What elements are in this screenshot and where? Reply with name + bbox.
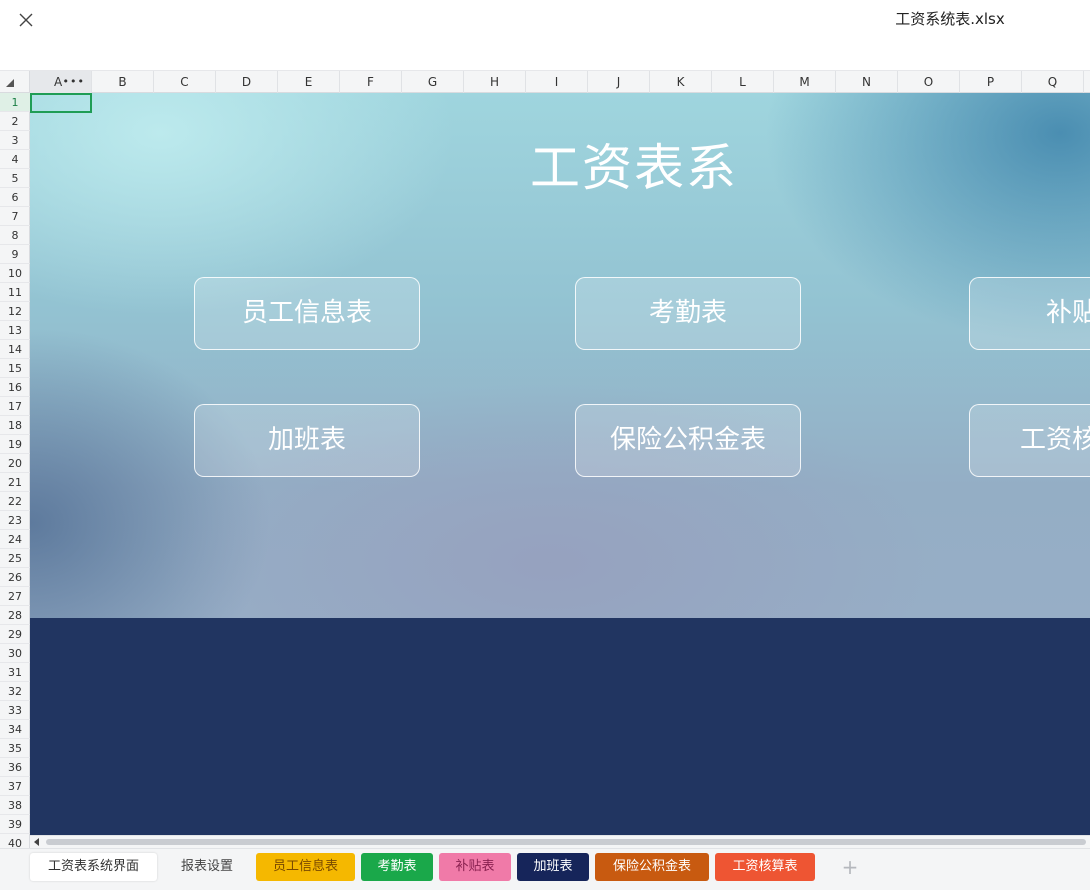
row-header-2[interactable]: 2	[0, 112, 30, 131]
column-label: A	[54, 75, 63, 89]
row-header-17[interactable]: 17	[0, 397, 30, 416]
row-header-1[interactable]: 1	[0, 93, 30, 112]
row-header-36[interactable]: 36	[0, 758, 30, 777]
row-header-6[interactable]: 6	[0, 188, 30, 207]
row-header-9[interactable]: 9	[0, 245, 30, 264]
tab-payroll-system-home[interactable]: 工资表系统界面	[30, 853, 157, 881]
row-header-12[interactable]: 12	[0, 302, 30, 321]
row-header-8[interactable]: 8	[0, 226, 30, 245]
row-header-35[interactable]: 35	[0, 739, 30, 758]
column-header-i[interactable]: I	[526, 71, 588, 93]
column-header-q[interactable]: Q	[1022, 71, 1084, 93]
row-header-18[interactable]: 18	[0, 416, 30, 435]
row-header-34[interactable]: 34	[0, 720, 30, 739]
row-header-10[interactable]: 10	[0, 264, 30, 283]
column-header-p[interactable]: P	[960, 71, 1022, 93]
nav-button-attendance[interactable]: 考勤表	[575, 277, 801, 350]
scroll-left-icon[interactable]	[34, 838, 39, 846]
tab-overtime[interactable]: 加班表	[517, 853, 589, 881]
row-header-15[interactable]: 15	[0, 359, 30, 378]
row-header-16[interactable]: 16	[0, 378, 30, 397]
row-header-38[interactable]: 38	[0, 796, 30, 815]
nav-button-allowance[interactable]: 补贴	[969, 277, 1090, 350]
column-header-o[interactable]: O	[898, 71, 960, 93]
plus-icon[interactable]: +	[838, 853, 862, 881]
row-header-27[interactable]: 27	[0, 587, 30, 606]
file-title: 工资系统表.xlsx	[895, 10, 1005, 28]
sheet-canvas[interactable]: 工资表系 员工信息表 考勤表 补贴 加班表 保险公积金表 工资核	[30, 93, 1090, 835]
sheet-tab-bar: 工资表系统界面 报表设置 员工信息表 考勤表 补贴表 加班表 保险公积金表 工资…	[0, 848, 1090, 890]
scroll-thumb[interactable]	[46, 839, 1086, 845]
tab-report-settings[interactable]: 报表设置	[163, 853, 251, 881]
row-header-20[interactable]: 20	[0, 454, 30, 473]
dashboard-title: 工资表系	[530, 139, 738, 197]
column-header: A ••• B C D E F G H I J K L M N O P Q	[0, 70, 1090, 93]
column-header-e[interactable]: E	[278, 71, 340, 93]
row-header-29[interactable]: 29	[0, 625, 30, 644]
top-bar: 工资系统表.xlsx	[0, 0, 1090, 70]
row-header-33[interactable]: 33	[0, 701, 30, 720]
row-header-39[interactable]: 39	[0, 815, 30, 834]
selected-cell-outline	[30, 93, 92, 113]
row-header-14[interactable]: 14	[0, 340, 30, 359]
nav-button-payroll[interactable]: 工资核	[969, 404, 1090, 477]
tab-insurance-fund[interactable]: 保险公积金表	[595, 853, 709, 881]
row-header-30[interactable]: 30	[0, 644, 30, 663]
row-header-31[interactable]: 31	[0, 663, 30, 682]
column-header-c[interactable]: C	[154, 71, 216, 93]
nav-button-overtime[interactable]: 加班表	[194, 404, 420, 477]
row-header-21[interactable]: 21	[0, 473, 30, 492]
tab-employee-info[interactable]: 员工信息表	[256, 853, 355, 881]
column-header-m[interactable]: M	[774, 71, 836, 93]
row-header-19[interactable]: 19	[0, 435, 30, 454]
close-button[interactable]	[14, 8, 38, 32]
row-header-25[interactable]: 25	[0, 549, 30, 568]
row-header-37[interactable]: 37	[0, 777, 30, 796]
row-header-13[interactable]: 13	[0, 321, 30, 340]
horizontal-scrollbar[interactable]	[30, 835, 1090, 848]
column-header-g[interactable]: G	[402, 71, 464, 93]
row-header-5[interactable]: 5	[0, 169, 30, 188]
row-header-3[interactable]: 3	[0, 131, 30, 150]
row-header-28[interactable]: 28	[0, 606, 30, 625]
row-header-23[interactable]: 23	[0, 511, 30, 530]
row-header-24[interactable]: 24	[0, 530, 30, 549]
dashboard-footer-band	[30, 618, 1090, 835]
tab-allowance[interactable]: 补贴表	[439, 853, 511, 881]
row-header: 1 2 3 4 5 6 7 8 9 10 11 12 13 14 15 16 17 18 19 20 21 22 23 24 2…	[0, 93, 30, 853]
column-header-l[interactable]: L	[712, 71, 774, 93]
row-header-26[interactable]: 26	[0, 568, 30, 587]
row-header-7[interactable]: 7	[0, 207, 30, 226]
column-header-k[interactable]: K	[650, 71, 712, 93]
column-header-a[interactable]: A •••	[30, 71, 92, 93]
row-header-22[interactable]: 22	[0, 492, 30, 511]
column-header-f[interactable]: F	[340, 71, 402, 93]
column-header-n[interactable]: N	[836, 71, 898, 93]
tab-attendance[interactable]: 考勤表	[361, 853, 433, 881]
select-all-corner[interactable]	[0, 71, 30, 93]
tab-payroll-calculation[interactable]: 工资核算表	[715, 853, 815, 881]
row-header-32[interactable]: 32	[0, 682, 30, 701]
row-header-4[interactable]: 4	[0, 150, 30, 169]
select-all-icon	[6, 79, 14, 87]
column-header-h[interactable]: H	[464, 71, 526, 93]
column-header-b[interactable]: B	[92, 71, 154, 93]
column-header-d[interactable]: D	[216, 71, 278, 93]
more-dots-icon[interactable]: •••	[63, 71, 85, 93]
nav-button-insurance-fund[interactable]: 保险公积金表	[575, 404, 801, 477]
row-header-11[interactable]: 11	[0, 283, 30, 302]
close-icon	[19, 13, 33, 27]
nav-button-employee-info[interactable]: 员工信息表	[194, 277, 420, 350]
column-header-j[interactable]: J	[588, 71, 650, 93]
